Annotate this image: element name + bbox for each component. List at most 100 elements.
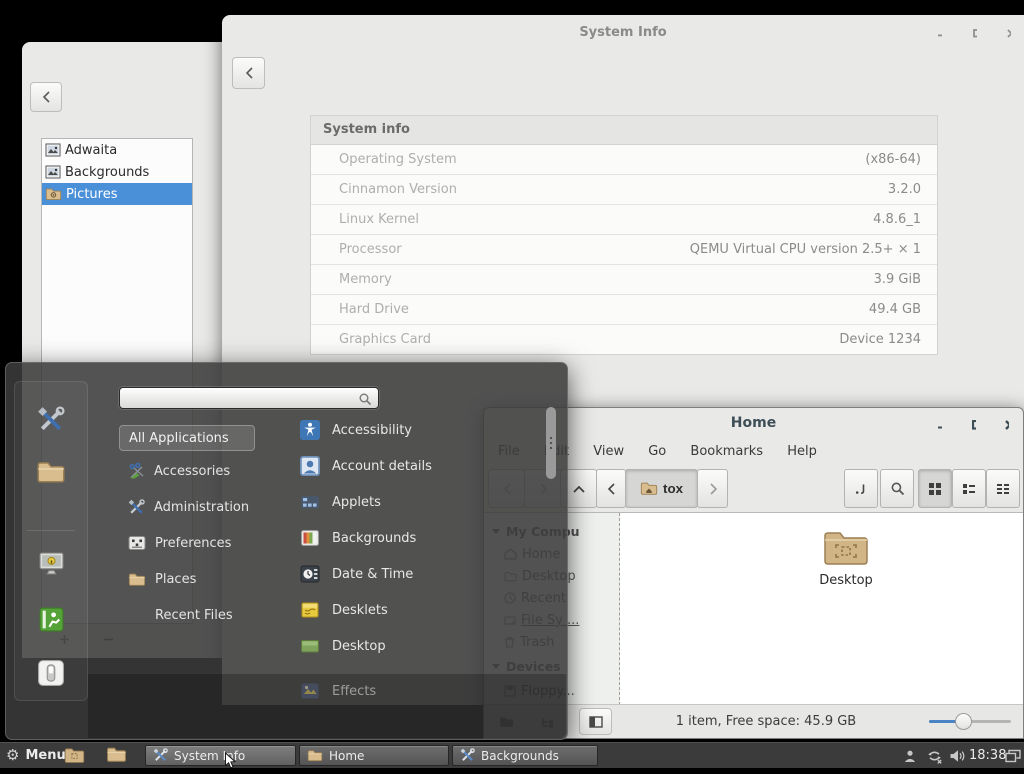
maximize-button[interactable] <box>966 418 982 432</box>
system-settings-launcher[interactable] <box>36 405 66 435</box>
files-launcher[interactable] <box>106 746 127 767</box>
file-pane[interactable]: Desktop <box>620 513 1023 705</box>
status-text: 1 item, Free space: 45.9 GB <box>619 705 913 738</box>
folder-icon <box>307 749 323 762</box>
lock-screen-button[interactable] <box>36 548 66 578</box>
app-accessibility[interactable]: Accessibility <box>300 417 412 443</box>
table-row: Operating System (x86-64) <box>311 145 937 175</box>
view-compact-button[interactable] <box>986 469 1020 508</box>
minimize-button[interactable] <box>932 418 948 432</box>
show-desktop-launcher[interactable] <box>64 746 85 768</box>
app-label: Backgrounds <box>332 531 416 546</box>
category-accessories[interactable]: Accessories <box>119 459 230 483</box>
category-label: Preferences <box>155 536 231 551</box>
app-applets[interactable]: Applets <box>300 489 381 515</box>
shutdown-button[interactable] <box>36 658 66 688</box>
user-applet-icon[interactable] <box>903 749 917 767</box>
favorites-rail <box>14 381 88 701</box>
app-label: Accessibility <box>332 423 412 438</box>
folder-icon <box>36 460 66 484</box>
menu-button[interactable]: ⚙ Menu <box>6 743 66 768</box>
view-list-button[interactable] <box>952 469 986 508</box>
menu-bookmarks[interactable]: Bookmarks <box>680 438 773 466</box>
row-label: Linux Kernel <box>339 205 419 234</box>
close-icon <box>1007 29 1011 38</box>
effects-icon <box>300 681 320 701</box>
folder-icon <box>128 572 146 587</box>
category-preferences[interactable]: Preferences <box>119 531 231 555</box>
app-date-time[interactable]: Date & Time <box>300 561 413 587</box>
menu-scrollbar[interactable] <box>546 405 557 687</box>
toggle-location-entry-button[interactable] <box>844 469 878 508</box>
app-effects[interactable]: Effects <box>300 678 376 704</box>
app-account-details[interactable]: Account details <box>300 453 432 479</box>
tools-icon <box>153 748 168 763</box>
view-grid-button[interactable] <box>918 469 952 508</box>
window-list-applet-icon[interactable] <box>1005 749 1021 767</box>
maximize-button[interactable] <box>967 26 983 40</box>
zoom-slider[interactable] <box>929 705 1011 738</box>
desktop-folder-icon <box>64 746 85 764</box>
lock-screen-icon <box>38 551 65 576</box>
sidebar-toggle-icon <box>589 716 603 728</box>
app-backgrounds[interactable]: Backgrounds <box>300 525 416 551</box>
window-titlebar[interactable]: System Info <box>222 15 1024 51</box>
back-button[interactable] <box>232 57 265 89</box>
close-button[interactable] <box>1001 26 1017 40</box>
close-button[interactable] <box>999 418 1015 432</box>
clock-applet[interactable]: 18:38 <box>969 743 1006 768</box>
path-segment-button[interactable]: tox <box>625 469 698 508</box>
app-desklets[interactable]: Desklets <box>300 597 388 623</box>
menu-go[interactable]: Go <box>638 438 676 466</box>
menu-view[interactable]: View <box>583 438 634 466</box>
menu-help[interactable]: Help <box>777 438 827 466</box>
category-administration[interactable]: Administration <box>119 495 249 519</box>
compact-view-icon <box>996 482 1010 496</box>
volume-applet-icon[interactable] <box>949 749 965 767</box>
app-label: Account details <box>332 459 432 474</box>
shutdown-icon <box>37 659 65 687</box>
row-value: 4.8.6_1 <box>873 205 921 234</box>
logout-button[interactable] <box>36 604 66 634</box>
path-prev-button[interactable] <box>596 469 626 508</box>
row-label: Memory <box>339 265 392 294</box>
app-label: Desklets <box>332 603 388 618</box>
list-item-selected[interactable]: Pictures <box>42 183 192 205</box>
toggle-sidebar-button[interactable] <box>579 708 612 735</box>
maximize-icon <box>972 420 976 430</box>
rail-separator <box>27 530 75 531</box>
category-recent-files[interactable]: Recent Files <box>119 603 233 627</box>
list-item[interactable]: Adwaita <box>42 139 192 161</box>
app-desktop[interactable]: Desktop <box>300 633 386 659</box>
path-segment-label: tox <box>663 481 683 496</box>
minimize-icon <box>938 421 942 429</box>
chevron-left-icon <box>41 90 51 104</box>
list-item[interactable]: Backgrounds <box>42 161 192 183</box>
desklets-icon <box>300 600 320 620</box>
cinnamon-menu: All Applications Accessories Administrat… <box>5 362 568 740</box>
scrollbar-thumb[interactable] <box>546 407 556 479</box>
category-places[interactable]: Places <box>119 567 196 591</box>
minimize-icon <box>938 29 942 37</box>
search-button[interactable] <box>880 469 914 508</box>
window-title: Home <box>731 415 776 431</box>
slider-knob[interactable] <box>955 713 972 730</box>
search-input[interactable] <box>124 389 352 409</box>
desktop-icon <box>300 636 320 656</box>
category-label: Places <box>155 572 196 587</box>
taskbar-window-system-info[interactable]: System Info <box>145 745 296 766</box>
row-label: Graphics Card <box>339 325 431 354</box>
back-button[interactable] <box>30 82 62 112</box>
menu-bottom-strip: Effects <box>88 674 566 738</box>
file-item-desktop[interactable]: Desktop <box>810 527 882 588</box>
tools-icon <box>128 499 145 516</box>
files-launcher[interactable] <box>36 457 66 487</box>
minimize-button[interactable] <box>932 26 948 40</box>
taskbar-window-backgrounds[interactable]: Backgrounds <box>452 745 598 766</box>
row-value: (x86-64) <box>865 145 921 174</box>
category-all-applications[interactable]: All Applications <box>119 425 255 451</box>
path-next-button[interactable] <box>697 469 728 508</box>
taskbar-window-home[interactable]: Home <box>299 745 449 766</box>
row-value: Device 1234 <box>839 325 921 354</box>
network-applet-icon[interactable] <box>926 749 943 768</box>
